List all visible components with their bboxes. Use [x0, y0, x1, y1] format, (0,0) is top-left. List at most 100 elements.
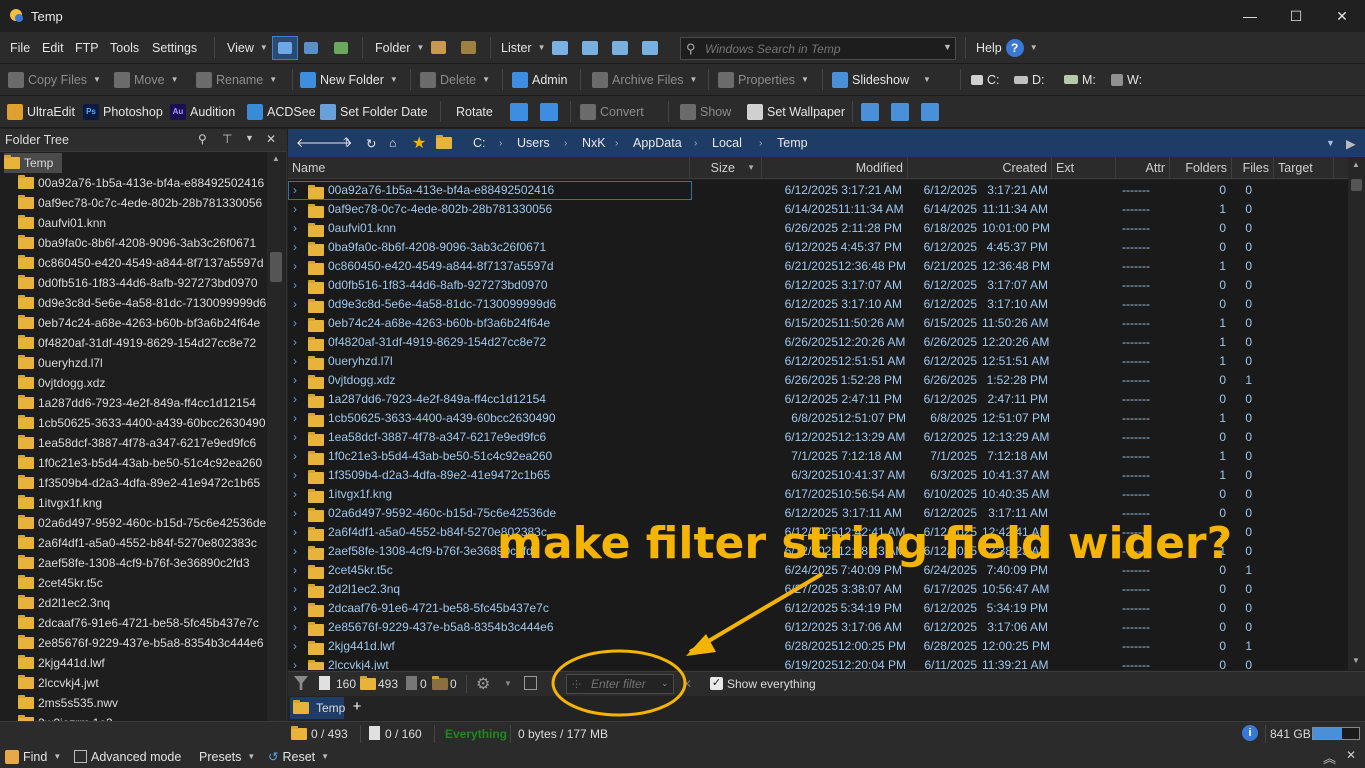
tree-search-icon[interactable]: ⚲: [198, 132, 207, 146]
menu-help[interactable]: Help? ▼: [976, 32, 1038, 63]
maximize-button[interactable]: ☐: [1273, 0, 1319, 32]
file-list-scrollbar[interactable]: ▲ ▼: [1348, 157, 1365, 670]
breadcrumb-segment[interactable]: Temp: [777, 129, 808, 157]
expand-chevron-icon[interactable]: ›: [293, 620, 297, 634]
favorites-star-icon[interactable]: ★: [412, 129, 426, 157]
file-row[interactable]: › 2dcaaf76-91e6-4721-be58-5fc45b437e7c 6/1…: [288, 599, 1348, 618]
tree-item[interactable]: 1ea58dcf-3887-4f78-a347-6217e9ed9fc6: [0, 433, 267, 453]
tree-close-icon[interactable]: ✕: [266, 132, 276, 146]
tree-item[interactable]: 2d2l1ec2.3nq: [0, 593, 267, 613]
tree-item[interactable]: 0ba9fa0c-8b6f-4208-9096-3ab3c26f0671: [0, 233, 267, 253]
expand-chevron-icon[interactable]: ›: [293, 354, 297, 368]
expand-chevron-icon[interactable]: ›: [293, 430, 297, 444]
menu-ftp[interactable]: FTP: [75, 32, 99, 63]
reset-button[interactable]: ↺ Reset ▼: [268, 745, 329, 768]
info-icon[interactable]: i: [1242, 725, 1258, 741]
tree-item[interactable]: 2ms5s535.nwv: [0, 693, 267, 713]
file-row[interactable]: › 0c860450-e420-4549-a844-8f7137a5597d 6/2…: [288, 257, 1348, 276]
tree-item[interactable]: 1f3509b4-d2a3-4dfa-89e2-41e9472c1b65: [0, 473, 267, 493]
menu-view[interactable]: View ▼: [227, 32, 268, 63]
tree-item[interactable]: 2a6f4df1-a5a0-4552-b84f-5270e802383c: [0, 533, 267, 553]
filter-save-icon[interactable]: [524, 676, 537, 690]
menu-settings[interactable]: Settings: [152, 32, 197, 63]
expand-chevron-icon[interactable]: ›: [293, 601, 297, 615]
file-row[interactable]: › 2kjg441d.lwf 6/28/2025 12:00:25 PM 6/28/20…: [288, 637, 1348, 656]
set-folder-date-button[interactable]: Set Folder Date: [320, 96, 428, 127]
search-dropdown-icon[interactable]: ▼: [943, 42, 952, 52]
column-name[interactable]: Name: [288, 157, 690, 179]
tree-item[interactable]: 0d9e3c8d-5e6e-4a58-81dc-7130099999d6: [0, 293, 267, 313]
view-preview-icon[interactable]: [334, 32, 348, 63]
tree-item[interactable]: 1itvgx1f.kng: [0, 493, 267, 513]
file-row[interactable]: › 2e85676f-9229-437e-b5a8-8354b3c444e6 6/1…: [288, 618, 1348, 637]
drive-m-button[interactable]: M:: [1064, 64, 1096, 95]
breadcrumb-segment[interactable]: Local: [712, 129, 742, 157]
file-row[interactable]: › 1cb50625-3633-4400-a439-60bcc2630490 6/8…: [288, 409, 1348, 428]
expand-chevron-icon[interactable]: ›: [293, 544, 297, 558]
column-created[interactable]: Created: [908, 157, 1052, 179]
tree-item[interactable]: 1cb50625-3633-4400-a439-60bcc2630490: [0, 413, 267, 433]
panel-toggle-icon[interactable]: ▶: [1346, 129, 1356, 157]
drive-c-button[interactable]: C:: [971, 64, 1000, 95]
file-row[interactable]: › 2lccvkj4.jwt 6/19/2025 12:20:04 PM 6/11/20…: [288, 656, 1348, 670]
expand-chevron-icon[interactable]: ›: [293, 240, 297, 254]
home-icon[interactable]: ⌂: [389, 129, 397, 157]
file-row[interactable]: › 0ba9fa0c-8b6f-4208-9096-3ab3c26f0671 6/1…: [288, 238, 1348, 257]
tree-item[interactable]: 0vjtdogg.xdz: [0, 373, 267, 393]
filter-string-field[interactable]: ⸭ ⌄: [566, 674, 674, 694]
file-row[interactable]: › 00a92a76-1b5a-413e-bf4a-e88492502416 6/1…: [288, 181, 1252, 200]
expand-chevron-icon[interactable]: ›: [293, 183, 297, 197]
filter-dropdown-icon[interactable]: ⌄: [661, 678, 669, 689]
refresh-icon[interactable]: ↻: [366, 129, 376, 157]
column-files[interactable]: Files: [1232, 157, 1274, 179]
menu-folder[interactable]: Folder ▼: [375, 32, 424, 63]
lister-single-icon[interactable]: [552, 32, 568, 63]
rotate-right-icon[interactable]: [540, 96, 558, 127]
find-close-icon[interactable]: ✕: [1346, 748, 1356, 762]
tree-item[interactable]: 2cet45kr.t5c: [0, 573, 267, 593]
tree-item[interactable]: 1f0c21e3-b5d4-43ab-be50-51c4c92ea260: [0, 453, 267, 473]
expand-chevron-icon[interactable]: ›: [293, 316, 297, 330]
filter-input[interactable]: [591, 677, 657, 691]
file-row[interactable]: › 0aufvi01.knn 6/26/2025 2:11:28 PM 6/18/202…: [288, 219, 1348, 238]
advanced-mode-checkbox[interactable]: [74, 750, 87, 763]
rotate-left-icon[interactable]: [510, 96, 528, 127]
drive-d-button[interactable]: D:: [1014, 64, 1045, 95]
set-wallpaper-button[interactable]: Set Wallpaper: [747, 96, 845, 127]
acdsee-button[interactable]: ACDSee: [247, 96, 316, 127]
ultraedit-button[interactable]: UltraEdit: [7, 96, 75, 127]
properties-button[interactable]: Properties ▼: [718, 64, 809, 95]
column-target[interactable]: Target: [1274, 157, 1334, 179]
size-dropdown-icon[interactable]: ▼: [747, 163, 755, 172]
expand-chevron-icon[interactable]: ›: [293, 259, 297, 273]
column-ext[interactable]: Ext: [1052, 157, 1116, 179]
expand-chevron-icon[interactable]: ›: [293, 525, 297, 539]
expand-chevron-icon[interactable]: ›: [293, 563, 297, 577]
column-attr[interactable]: Attr: [1116, 157, 1170, 179]
tree-item[interactable]: 00a92a76-1b5a-413e-bf4a-e88492502416: [0, 173, 267, 193]
breadcrumb-segment[interactable]: AppData: [633, 129, 682, 157]
tree-item[interactable]: 0ueryhzd.l7l: [0, 353, 267, 373]
tree-item[interactable]: 02a6d497-9592-460c-b15d-75c6e42536de: [0, 513, 267, 533]
expand-chevron-icon[interactable]: ›: [293, 392, 297, 406]
tree-item[interactable]: 0aufvi01.knn: [0, 213, 267, 233]
column-folders[interactable]: Folders: [1170, 157, 1232, 179]
address-dropdown-icon[interactable]: ▼: [1326, 129, 1335, 157]
close-button[interactable]: ✕: [1319, 0, 1365, 32]
tree-scrollbar[interactable]: ▲ ▼: [267, 152, 285, 743]
tab-temp[interactable]: Temp: [290, 697, 345, 719]
tree-item[interactable]: 2dcaaf76-91e6-4721-be58-5fc45b437e7c: [0, 613, 267, 633]
copy-files-button[interactable]: Copy Files ▼: [8, 64, 101, 95]
slideshow-button[interactable]: Slideshow ▼: [832, 64, 931, 95]
expand-chevron-icon[interactable]: ›: [293, 221, 297, 235]
expand-chevron-icon[interactable]: ›: [293, 373, 297, 387]
view-details-icon[interactable]: [272, 36, 298, 60]
up-icon[interactable]: 🡑: [343, 129, 350, 157]
file-row[interactable]: › 2d2l1ec2.3nq 6/27/2025 3:38:07 AM 6/17/202…: [288, 580, 1348, 599]
audition-button[interactable]: Au Audition: [170, 96, 235, 127]
expand-chevron-icon[interactable]: ›: [293, 297, 297, 311]
file-row[interactable]: › 0d9e3c8d-5e6e-4a58-81dc-7130099999d6 6/1…: [288, 295, 1348, 314]
show-button[interactable]: Show: [680, 96, 731, 127]
tree-item[interactable]: 0f4820af-31df-4919-8629-154d27cc8e72: [0, 333, 267, 353]
tree-item[interactable]: 2kjg441d.lwf: [0, 653, 267, 673]
